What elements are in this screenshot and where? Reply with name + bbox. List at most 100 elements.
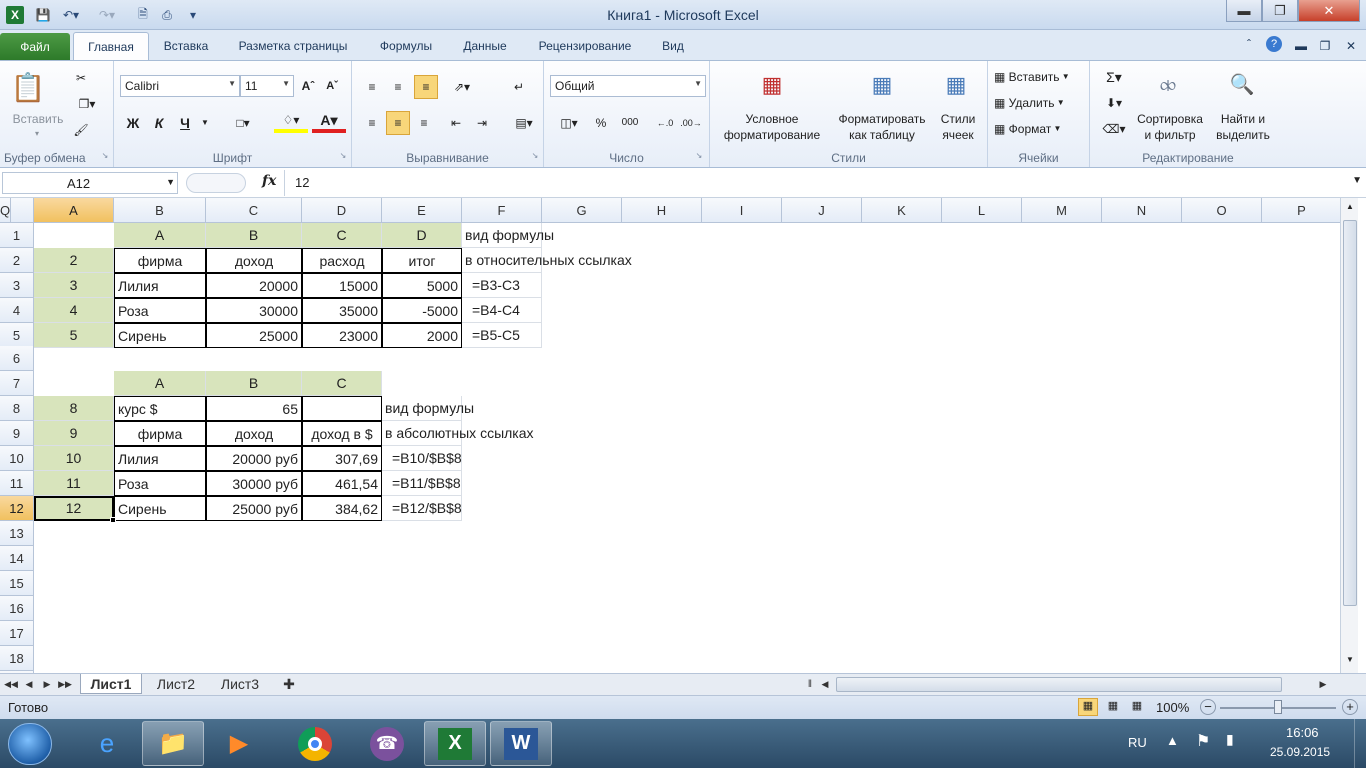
cell-E1[interactable]: D xyxy=(382,223,462,248)
percent-button[interactable]: % xyxy=(592,113,610,133)
row-header-15[interactable]: 15 xyxy=(0,571,34,596)
action-center-flag-icon[interactable]: ⚑ xyxy=(1196,731,1210,751)
column-header-P[interactable]: P xyxy=(1262,198,1340,223)
row-header-13[interactable]: 13 xyxy=(0,521,34,546)
row-header-4[interactable]: 4 xyxy=(0,298,34,323)
align-left-icon[interactable]: ≡ xyxy=(362,113,382,133)
fill-color-icon[interactable]: ♢▾ xyxy=(274,111,308,133)
align-right-icon[interactable]: ≡ xyxy=(414,113,434,133)
cell-D2[interactable]: расход xyxy=(302,248,382,273)
autosum-icon[interactable]: Σ▾ xyxy=(1098,67,1130,87)
align-top-icon[interactable]: ≡ xyxy=(362,77,382,97)
cell-B4[interactable]: Роза xyxy=(114,298,206,323)
conditional-formatting-icon[interactable]: ▦ xyxy=(756,69,788,101)
scroll-right-icon[interactable]: ▶ xyxy=(1316,674,1330,694)
insert-function-icon[interactable]: fx xyxy=(262,173,276,189)
cell-B1[interactable]: A xyxy=(114,223,206,248)
name-box[interactable]: A12 ▼ xyxy=(2,172,178,194)
row-header-3[interactable]: 3 xyxy=(0,273,34,298)
tab-home[interactable]: Главная xyxy=(73,32,149,61)
clock-date[interactable]: 25.09.2015 xyxy=(1270,745,1330,759)
wrap-text-icon[interactable]: ↵ xyxy=(508,77,530,97)
ribbon-collapse-icon[interactable]: ˆ xyxy=(1242,37,1256,51)
media-player-icon[interactable]: ▶ xyxy=(208,721,270,766)
row-header-16[interactable]: 16 xyxy=(0,596,34,621)
column-header-C[interactable]: C xyxy=(206,198,302,223)
first-sheet-icon[interactable]: ◀◀ xyxy=(4,674,18,694)
format-painter-icon[interactable]: 🖌 xyxy=(70,121,92,139)
underline-button[interactable]: Ч xyxy=(176,113,194,133)
tab-page-layout[interactable]: Разметка страницы xyxy=(228,39,358,53)
align-center-icon[interactable]: ≡ xyxy=(386,111,410,135)
column-header-I[interactable]: I xyxy=(702,198,782,223)
row-header-9[interactable]: 9 xyxy=(0,421,34,446)
page-layout-view-icon[interactable]: ▦ xyxy=(1104,699,1122,715)
excel-taskbar-icon[interactable]: X xyxy=(424,721,486,766)
cell-C12[interactable]: 25000 руб xyxy=(206,496,302,521)
cell-styles-icon[interactable]: ▦ xyxy=(940,69,972,101)
number-format-combo[interactable]: Общий ▼ xyxy=(550,75,706,97)
cell-D10[interactable]: 307,69 xyxy=(302,446,382,471)
row-header-18[interactable]: 18 xyxy=(0,646,34,671)
cell-F2[interactable]: в относительных ссылках xyxy=(462,248,632,273)
clock-time[interactable]: 16:06 xyxy=(1286,725,1319,740)
cell-F3[interactable]: =B3-C3 xyxy=(462,273,542,298)
zoom-in-icon[interactable]: + xyxy=(1342,699,1358,715)
doc-close-icon[interactable]: ✕ xyxy=(1344,39,1358,53)
align-middle-icon[interactable]: ≡ xyxy=(388,77,408,97)
tray-expand-icon[interactable]: ▲ xyxy=(1166,733,1179,748)
cell-E5[interactable]: 2000 xyxy=(382,323,462,348)
cell-D11[interactable]: 461,54 xyxy=(302,471,382,496)
cell-D5[interactable]: 23000 xyxy=(302,323,382,348)
thousands-separator-button[interactable]: 000 xyxy=(618,113,642,133)
scroll-down-icon[interactable]: ▼ xyxy=(1343,655,1357,669)
cell-D7[interactable]: C xyxy=(302,371,382,396)
cell-B8[interactable]: курс $ xyxy=(114,396,206,421)
conditional-formatting-button[interactable]: Условное форматирование xyxy=(712,109,832,145)
zoom-slider-thumb[interactable] xyxy=(1274,700,1282,714)
decrease-indent-icon[interactable]: ⇤ xyxy=(446,113,466,133)
decrease-decimal-icon[interactable]: .00→ xyxy=(680,113,702,133)
row-header-17[interactable]: 17 xyxy=(0,621,34,646)
cell-C8[interactable]: 65 xyxy=(206,396,302,421)
cell-E9[interactable]: в абсолютных ссылках xyxy=(382,421,534,446)
cell-A3[interactable]: 3 xyxy=(34,273,114,298)
cell-E3[interactable]: 5000 xyxy=(382,273,462,298)
alignment-launcher-icon[interactable]: ↘ xyxy=(530,151,540,161)
language-indicator[interactable]: RU xyxy=(1128,735,1147,750)
word-taskbar-icon[interactable]: W xyxy=(490,721,552,766)
row-header-6[interactable]: 6 xyxy=(0,346,34,371)
column-header-K[interactable]: K xyxy=(862,198,942,223)
column-header-J[interactable]: J xyxy=(782,198,862,223)
find-select-icon[interactable]: 🔍 xyxy=(1226,69,1258,101)
cell-A10[interactable]: 10 xyxy=(34,446,114,471)
vertical-scrollbar[interactable]: ▲ ▼ xyxy=(1340,198,1358,673)
tab-split-handle[interactable]: ‖ xyxy=(806,674,814,694)
sheet-tab-1[interactable]: Лист1 xyxy=(80,674,142,694)
tab-insert[interactable]: Вставка xyxy=(158,39,214,53)
cell-F1[interactable]: вид формулы xyxy=(462,223,554,248)
shrink-font-icon[interactable]: Aˇ xyxy=(322,77,342,95)
column-header-Q[interactable]: Q xyxy=(0,198,12,223)
cell-A2[interactable]: 2 xyxy=(34,248,114,273)
cell-A5[interactable]: 5 xyxy=(34,323,114,348)
vertical-scroll-thumb[interactable] xyxy=(1343,220,1357,606)
cell-C5[interactable]: 25000 xyxy=(206,323,302,348)
column-header-N[interactable]: N xyxy=(1102,198,1182,223)
close-button[interactable]: ✕ xyxy=(1298,0,1360,22)
borders-icon[interactable]: □▾ xyxy=(226,113,260,133)
row-header-7[interactable]: 7 xyxy=(0,371,34,396)
cell-B3[interactable]: Лилия xyxy=(114,273,206,298)
increase-decimal-icon[interactable]: ←.0 xyxy=(654,113,676,133)
sort-filter-icon[interactable]: ⧞ xyxy=(1152,69,1184,101)
fill-icon[interactable]: ⬇▾ xyxy=(1098,93,1130,113)
start-button[interactable] xyxy=(8,723,52,765)
column-header-O[interactable]: O xyxy=(1182,198,1262,223)
format-as-table-icon[interactable]: ▦ xyxy=(866,69,898,101)
tab-view[interactable]: Вид xyxy=(656,39,690,53)
doc-restore-icon[interactable]: ❐ xyxy=(1318,39,1332,53)
prev-sheet-icon[interactable]: ◀ xyxy=(22,674,36,694)
format-cells-button[interactable]: ▦ Формат ▼ xyxy=(994,119,1086,139)
show-desktop-button[interactable] xyxy=(1354,719,1366,768)
cell-C2[interactable]: доход xyxy=(206,248,302,273)
